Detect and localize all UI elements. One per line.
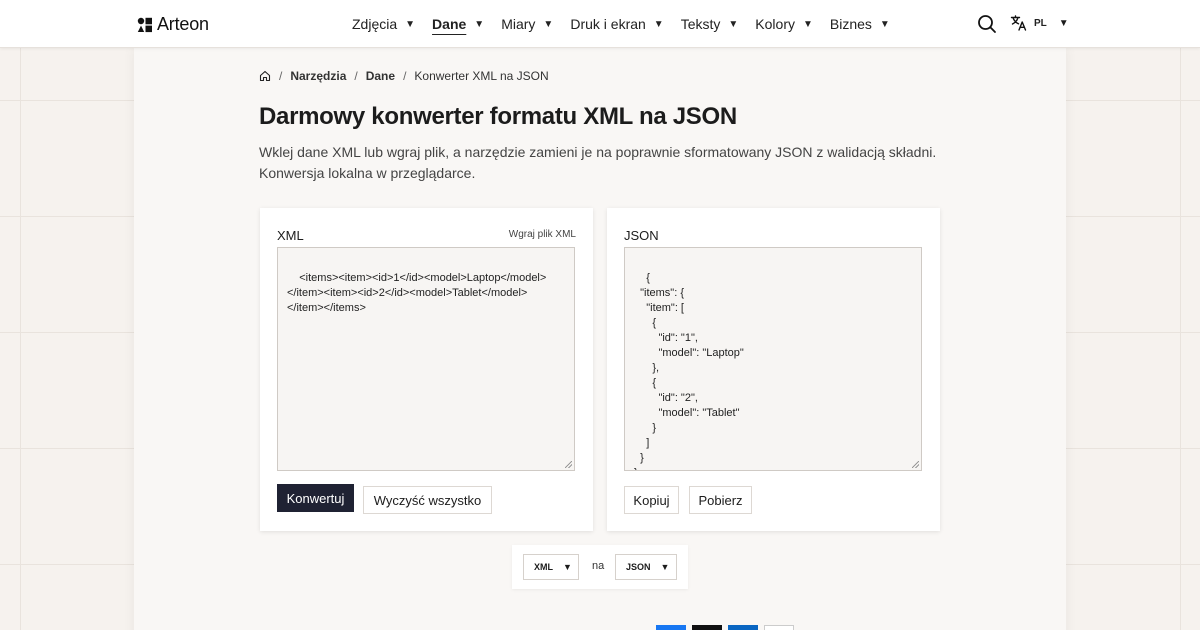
xml-input-card: XML Wgraj plik XML <items><item><id>1</i… (260, 208, 593, 531)
breadcrumb-item-current: Konwerter XML na JSON (414, 69, 549, 83)
language-code: PL (1034, 17, 1047, 29)
share-linkedin-button[interactable] (728, 625, 758, 630)
chevron-down-icon: ▼ (879, 18, 890, 30)
chevron-down-icon: ▼ (1058, 17, 1069, 29)
chevron-down-icon: ▼ (405, 18, 416, 30)
chevron-down-icon: ▼ (563, 562, 572, 572)
breadcrumb-separator: / (354, 69, 358, 83)
nav-item-zdjęcia[interactable]: Zdjęcia ▼ (352, 0, 415, 48)
chevron-down-icon: ▼ (728, 18, 739, 30)
language-switcher[interactable]: PL ▼ (1010, 14, 1069, 32)
breadcrumb-item-narzedzia[interactable]: Narzędzia (290, 69, 346, 83)
breadcrumb-item-dane[interactable]: Dane (366, 69, 395, 83)
nav-item-biznes[interactable]: Biznes ▼ (830, 0, 890, 48)
page-description: Wklej dane XML lub wgraj plik, a narzędz… (259, 144, 937, 181)
target-format-value: JSON (626, 562, 651, 572)
upload-xml-link[interactable]: Wgraj plik XML (509, 229, 576, 240)
json-output-card: JSON { "items": { "item": [ { "id": "1",… (607, 208, 940, 531)
home-icon[interactable] (259, 70, 271, 82)
nav-item-label: Miary (501, 16, 536, 32)
xml-input-value: <items><item><id>1</id><model>Laptop</mo… (287, 272, 547, 314)
json-output-textarea[interactable]: { "items": { "item": [ { "id": "1", "mod… (624, 247, 922, 471)
breadcrumb-separator: / (403, 69, 407, 83)
share-x-button[interactable] (692, 625, 722, 630)
copy-button[interactable]: Kopiuj (624, 486, 679, 514)
clear-all-button[interactable]: Wyczyść wszystko (363, 486, 492, 514)
nav-item-label: Kolory (755, 16, 795, 32)
top-navigation-bar: Arteon Zdjęcia ▼ Dane ▼ Miary ▼ Druk i ekran ▼ T… (0, 0, 1200, 48)
share-facebook-button[interactable] (656, 625, 686, 630)
nav-item-miary[interactable]: Miary ▼ (501, 0, 553, 48)
format-selector: XML ▼ na JSON ▼ (512, 545, 688, 589)
download-button[interactable]: Pobierz (689, 486, 752, 514)
format-to-label: na (592, 560, 605, 572)
xml-label: XML (277, 228, 304, 243)
logo-icon (137, 17, 152, 32)
nav-item-kolory[interactable]: Kolory ▼ (755, 0, 813, 48)
chevron-down-icon: ▼ (543, 18, 554, 30)
main-nav: Zdjęcia ▼ Dane ▼ Miary ▼ Druk i ekran ▼ Teksty ▼ K… (352, 0, 907, 48)
breadcrumb-separator: / (279, 69, 283, 83)
nav-item-label: Teksty (680, 16, 721, 32)
nav-item-label: Zdjęcia (352, 16, 398, 32)
breadcrumb: / Narzędzia / Dane / Konwerter XML na JS… (259, 69, 549, 83)
page-title: Darmowy konwerter formatu XML na JSON (259, 103, 737, 130)
source-format-select[interactable]: XML ▼ (523, 554, 579, 580)
translate-icon (1010, 15, 1027, 31)
brand-logo[interactable]: Arteon (137, 14, 209, 35)
nav-item-dane[interactable]: Dane ▼ (432, 0, 484, 48)
target-format-select[interactable]: JSON ▼ (615, 554, 677, 580)
source-format-value: XML (534, 562, 553, 572)
share-link-button[interactable] (764, 625, 794, 630)
resize-handle[interactable] (912, 461, 919, 468)
search-icon[interactable] (977, 14, 997, 34)
nav-item-label: Biznes (829, 16, 872, 32)
xml-input-textarea[interactable]: <items><item><id>1</id><model>Laptop</mo… (277, 247, 575, 471)
nav-item-label: Druk i ekran (570, 16, 646, 32)
nav-item-druk-i-ekran[interactable]: Druk i ekran ▼ (570, 0, 663, 48)
convert-button[interactable]: Konwertuj (277, 484, 354, 512)
json-output-value: { "items": { "item": [ { "id": "1", "mod… (634, 272, 744, 470)
chevron-down-icon: ▼ (653, 18, 664, 30)
brand-name: Arteon (157, 14, 209, 34)
resize-handle[interactable] (565, 461, 572, 468)
chevron-down-icon: ▼ (802, 18, 813, 30)
chevron-down-icon: ▼ (660, 562, 670, 572)
nav-item-label: Dane (432, 16, 467, 32)
chevron-down-icon: ▼ (474, 18, 485, 30)
nav-item-teksty[interactable]: Teksty ▼ (681, 0, 739, 48)
json-label: JSON (624, 228, 659, 243)
